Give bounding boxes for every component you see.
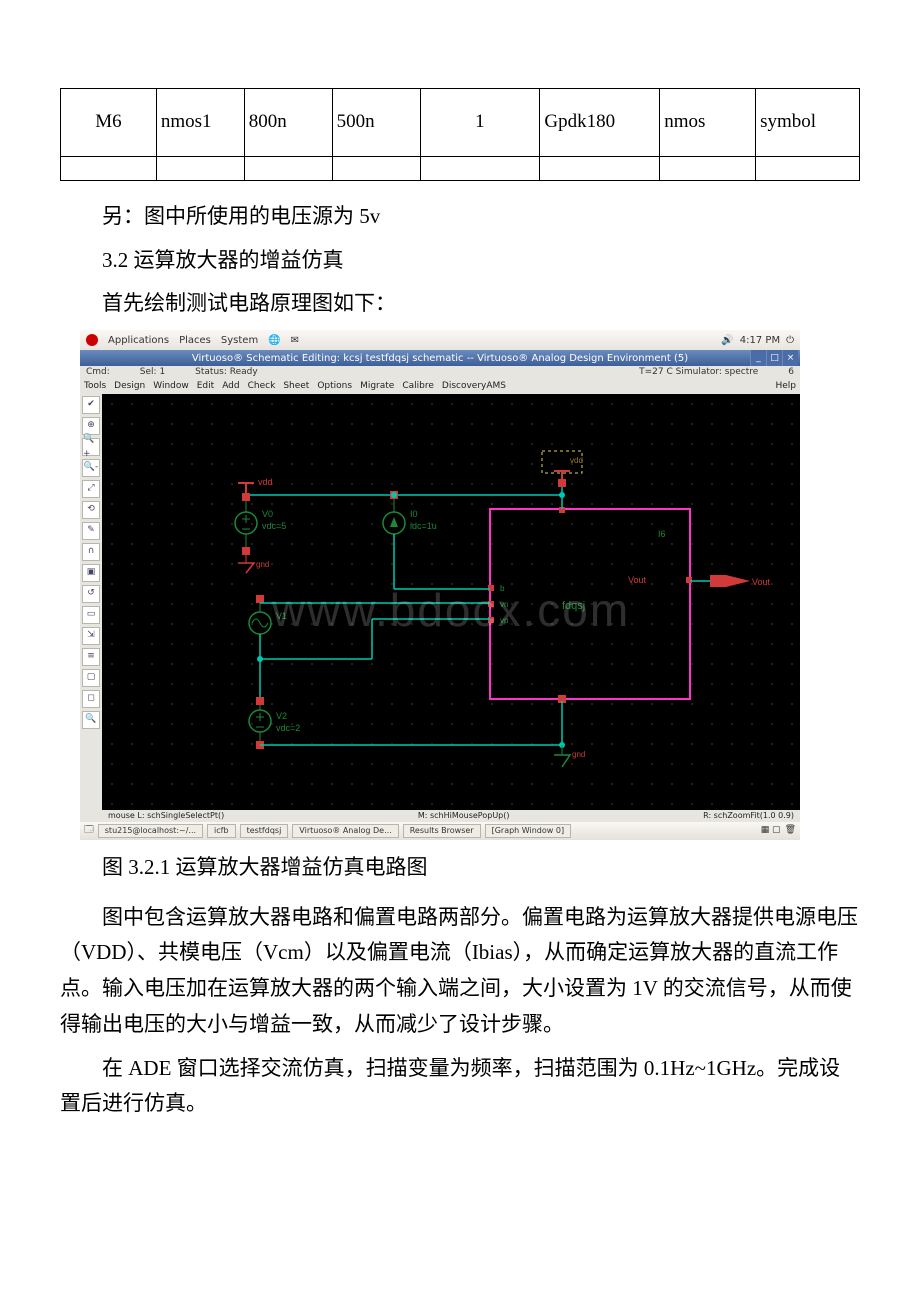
gnome-panel: Applications Places System 🌐 ✉ 🔊 4:17 PM… bbox=[80, 330, 800, 350]
tool-zoomin-icon[interactable]: 🔍+ bbox=[82, 438, 100, 456]
menu-discovery[interactable]: DiscoveryAMS bbox=[442, 379, 506, 394]
app-menubar: Tools Design Window Edit Add Check Sheet… bbox=[80, 380, 800, 394]
window-title: Virtuoso® Schematic Editing: kcsj testfd… bbox=[192, 350, 688, 367]
tool-pencil-icon[interactable]: ✎ bbox=[82, 522, 100, 540]
task-graph[interactable]: [Graph Window 0] bbox=[485, 824, 572, 838]
section-3-2: 3.2 运算放大器的增益仿真 bbox=[60, 243, 860, 279]
trash-icon[interactable]: 🗑 bbox=[785, 823, 796, 838]
minimize-button[interactable]: _ bbox=[750, 350, 766, 366]
virtuoso-screenshot: Applications Places System 🌐 ✉ 🔊 4:17 PM… bbox=[80, 330, 800, 840]
close-button[interactable]: × bbox=[782, 350, 798, 366]
svg-text:Vout: Vout bbox=[752, 577, 771, 587]
menu-system[interactable]: System bbox=[221, 332, 258, 349]
window-controls: _ □ × bbox=[750, 350, 798, 366]
menu-applications[interactable]: Applications bbox=[108, 332, 169, 349]
status-simulator: T=27 C Simulator: spectre bbox=[639, 365, 758, 380]
task-ade[interactable]: Virtuoso® Analog De... bbox=[292, 824, 398, 838]
tool-stop-icon[interactable]: ◻ bbox=[82, 690, 100, 708]
watermark: www.bdocx.com bbox=[272, 571, 630, 649]
tool-save-icon[interactable]: ▢ bbox=[82, 669, 100, 687]
show-desktop-icon[interactable]: 🗔 bbox=[84, 823, 94, 838]
status-n: 6 bbox=[788, 365, 794, 380]
cell-nmos: nmos bbox=[660, 89, 756, 157]
svg-text:vdc=2: vdc=2 bbox=[276, 723, 300, 733]
tool-arc-icon[interactable]: ∩ bbox=[82, 543, 100, 561]
gnome-taskbar: 🗔 stu215@localhost:~/... icfb testfdqsj … bbox=[80, 822, 800, 840]
svg-text:Vout: Vout bbox=[628, 575, 647, 585]
menu-window[interactable]: Window bbox=[153, 379, 189, 394]
browser-icon[interactable]: 🌐 bbox=[268, 332, 280, 349]
tool-prop-icon[interactable]: ≡ bbox=[82, 648, 100, 666]
status-bar: Cmd: Sel: 1 Status: Ready T=27 C Simulat… bbox=[80, 366, 800, 380]
tool-stretch-icon[interactable]: ⇲ bbox=[82, 627, 100, 645]
cell-sym: symbol bbox=[756, 89, 860, 157]
svg-text:vdc=5: vdc=5 bbox=[262, 521, 286, 531]
svg-text:gnd: gnd bbox=[256, 560, 269, 569]
menu-calibre[interactable]: Calibre bbox=[402, 379, 434, 394]
note-line: 另：图中所使用的电压源为 5v bbox=[60, 199, 860, 235]
svg-text:vdd: vdd bbox=[570, 456, 583, 465]
cell-gpdk: Gpdk180 bbox=[540, 89, 660, 157]
svg-text:V2: V2 bbox=[276, 711, 287, 721]
tool-redraw-icon[interactable]: ⟲ bbox=[82, 501, 100, 519]
speaker-icon[interactable]: 🔊 bbox=[721, 332, 733, 349]
menu-edit[interactable]: Edit bbox=[197, 379, 214, 394]
svg-text:V0: V0 bbox=[262, 509, 273, 519]
menu-sheet[interactable]: Sheet bbox=[283, 379, 309, 394]
workspace-switcher[interactable]: ▦ ▢ bbox=[761, 823, 781, 838]
window-titlebar: Virtuoso® Schematic Editing: kcsj testfd… bbox=[80, 350, 800, 366]
status-sel: Sel: 1 bbox=[140, 365, 165, 380]
svg-text:gnd: gnd bbox=[572, 750, 585, 759]
menu-design[interactable]: Design bbox=[114, 379, 145, 394]
menu-options[interactable]: Options bbox=[317, 379, 352, 394]
spec-table: M6 nmos1 800n 500n 1 Gpdk180 nmos symbol bbox=[60, 88, 860, 181]
tool-check-icon[interactable]: ✔ bbox=[82, 396, 100, 414]
mail-icon[interactable]: ✉ bbox=[291, 332, 299, 349]
table-row: M6 nmos1 800n 500n 1 Gpdk180 nmos symbol bbox=[61, 89, 860, 157]
left-toolbar: ✔ ⊕ 🔍+ 🔍- ⤢ ⟲ ✎ ∩ ▣ ↺ ▭ ⇲ ≡ ▢ ◻ 🔍 bbox=[80, 394, 102, 822]
svg-text:I6: I6 bbox=[658, 529, 666, 539]
task-results[interactable]: Results Browser bbox=[403, 824, 481, 838]
svg-text:I0: I0 bbox=[410, 509, 418, 519]
menu-places[interactable]: Places bbox=[179, 332, 211, 349]
logout-icon[interactable]: ⏻ bbox=[786, 332, 794, 349]
mouse-left: mouse L: schSingleSelectPt() bbox=[108, 809, 224, 823]
mouse-hint-bar: mouse L: schSingleSelectPt() M: schHiMou… bbox=[102, 810, 800, 822]
status-ready: Status: Ready bbox=[195, 365, 258, 380]
task-testfdqsj[interactable]: testfdqsj bbox=[240, 824, 289, 838]
maximize-button[interactable]: □ bbox=[766, 350, 782, 366]
paragraph-2: 在 ADE 窗口选择交流仿真，扫描变量为频率，扫描范围为 0.1Hz~1GHz。… bbox=[60, 1051, 860, 1122]
svg-text:vdd: vdd bbox=[258, 477, 273, 487]
menu-check[interactable]: Check bbox=[248, 379, 276, 394]
tool-box-icon[interactable]: ▭ bbox=[82, 606, 100, 624]
menu-add[interactable]: Add bbox=[222, 379, 239, 394]
tool-fit-icon[interactable]: ⤢ bbox=[82, 480, 100, 498]
cell-500n: 500n bbox=[332, 89, 420, 157]
mouse-right: R: schZoomFit(1.0 0.9) bbox=[703, 809, 794, 823]
intro-line: 首先绘制测试电路原理图如下： bbox=[60, 286, 860, 322]
task-icfb[interactable]: icfb bbox=[207, 824, 236, 838]
menu-help[interactable]: Help bbox=[775, 379, 796, 394]
cell-1: 1 bbox=[420, 89, 540, 157]
paragraph-1: 图中包含运算放大器电路和偏置电路两部分。偏置电路为运算放大器提供电源电压（VDD… bbox=[60, 900, 860, 1043]
mouse-mid: M: schHiMousePopUp() bbox=[418, 809, 510, 823]
status-cmd: Cmd: bbox=[86, 365, 110, 380]
tool-rect-icon[interactable]: ▣ bbox=[82, 564, 100, 582]
tool-undo-icon[interactable]: ↺ bbox=[82, 585, 100, 603]
task-terminal[interactable]: stu215@localhost:~/... bbox=[98, 824, 203, 838]
tool-search-icon[interactable]: 🔍 bbox=[82, 711, 100, 729]
tool-zoomout-icon[interactable]: 🔍- bbox=[82, 459, 100, 477]
menu-tools[interactable]: Tools bbox=[84, 379, 106, 394]
cell-nmos1: nmos1 bbox=[156, 89, 244, 157]
cell-m6: M6 bbox=[61, 89, 157, 157]
figure-caption: 图 3.2.1 运算放大器增益仿真电路图 bbox=[60, 850, 860, 886]
redhat-icon bbox=[86, 334, 98, 346]
svg-text:idc=1u: idc=1u bbox=[410, 521, 437, 531]
schematic-canvas[interactable]: vdd fdqsj I6 b vn vp Vout bbox=[102, 394, 800, 810]
menu-migrate[interactable]: Migrate bbox=[360, 379, 394, 394]
table-row-empty bbox=[61, 157, 860, 181]
cell-800n: 800n bbox=[244, 89, 332, 157]
clock: 4:17 PM bbox=[740, 332, 780, 349]
